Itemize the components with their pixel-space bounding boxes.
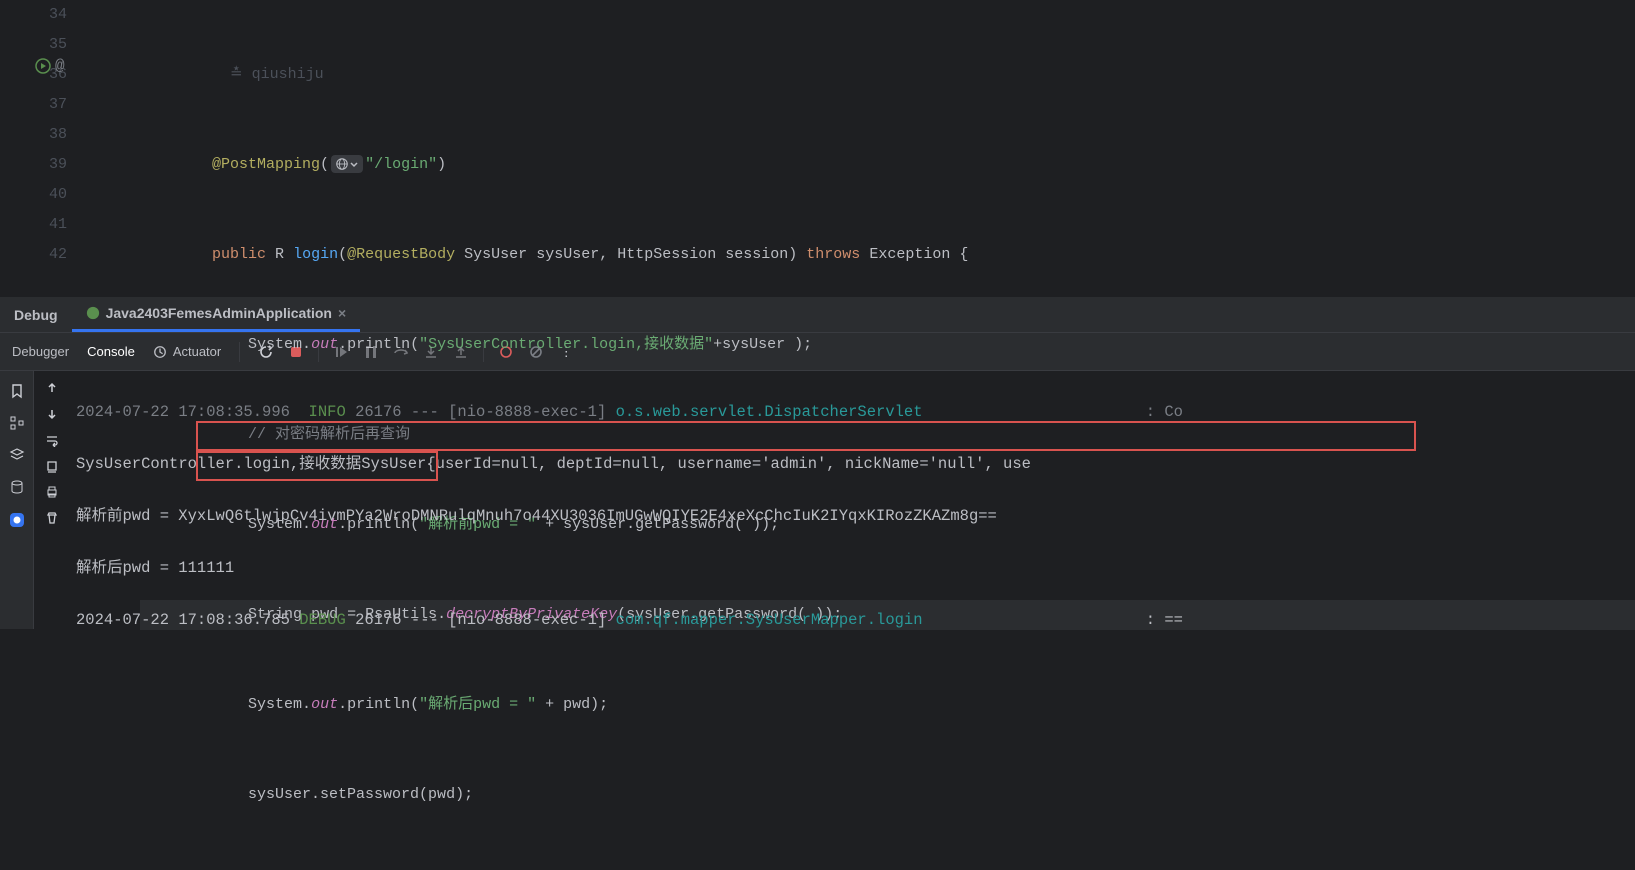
log-line: 解析前pwd = XyxLwQ6tlwjpCv4ivmPYa2WroDMNRul… <box>76 503 1629 529</box>
code-area[interactable]: ≛ qiushiju @PostMapping("/login") public… <box>140 0 1635 296</box>
up-arrow-icon[interactable] <box>45 381 59 395</box>
line-number: 37 <box>0 90 67 120</box>
line-number: 40 <box>0 180 67 210</box>
code-line[interactable]: ≛ qiushiju <box>140 60 1635 90</box>
step-into-icon[interactable] <box>423 344 439 360</box>
log-line: SysUserController.login,接收数据SysUser{user… <box>76 451 1629 477</box>
step-over-icon[interactable] <box>393 344 409 360</box>
line-number-gutter: 34 35 36 37 38 39 40 41 42 <box>0 0 85 296</box>
console-output[interactable]: 2024-07-22 17:08:35.996 INFO 26176 --- [… <box>70 371 1635 629</box>
clear-icon[interactable] <box>45 511 59 525</box>
log-line: 2024-07-22 17:08:36.785 DEBUG 26176 --- … <box>76 607 1629 629</box>
line-number: 39 <box>0 150 67 180</box>
code-line[interactable]: System.out.println("解析后pwd = " + pwd); <box>140 690 1635 720</box>
code-line[interactable]: @PostMapping("/login") <box>140 150 1635 180</box>
resume-icon[interactable] <box>333 344 349 360</box>
highlight-box <box>196 421 1416 451</box>
log-line: 2024-07-22 17:08:35.996 INFO 26176 --- [… <box>76 399 1629 425</box>
layers-icon[interactable] <box>9 447 25 463</box>
down-arrow-icon[interactable] <box>45 407 59 421</box>
log-line: 解析后pwd = 111111 <box>76 555 1629 581</box>
line-number: 41 <box>0 210 67 240</box>
pause-icon[interactable] <box>363 344 379 360</box>
tab-debug[interactable]: Debug <box>0 297 72 332</box>
code-line[interactable]: sysUser.setPassword(pwd); <box>140 780 1635 810</box>
structure-icon[interactable] <box>9 415 25 431</box>
code-editor[interactable]: 34 35 36 37 38 39 40 41 42 @ ≛ qiushiju … <box>0 0 1635 296</box>
console-nav <box>34 371 70 629</box>
soft-wrap-icon[interactable] <box>45 433 59 447</box>
line-number: 42 <box>0 240 67 270</box>
line-number: 34 <box>0 0 67 30</box>
print-icon[interactable] <box>45 485 59 499</box>
chevron-down-icon[interactable] <box>349 159 359 169</box>
code-line[interactable]: public R login(@RequestBody SysUser sysU… <box>140 240 1635 270</box>
gutter-marks: @ <box>85 0 140 296</box>
step-out-icon[interactable] <box>453 344 469 360</box>
bookmark-icon[interactable] <box>9 383 25 399</box>
at-icon: @ <box>55 57 65 75</box>
spring-boot-icon <box>86 306 100 320</box>
tool-window-rail <box>0 371 34 629</box>
http-globe-icon[interactable] <box>331 155 363 173</box>
run-endpoint-icon[interactable] <box>35 58 51 74</box>
debug-icon[interactable] <box>8 511 26 529</box>
subtab-console[interactable]: Console <box>87 344 135 359</box>
console-panel: 2024-07-22 17:08:35.996 INFO 26176 --- [… <box>0 371 1635 629</box>
line-number: 38 <box>0 120 67 150</box>
line-number: 35 <box>0 30 67 60</box>
scroll-end-icon[interactable] <box>45 459 59 473</box>
database-icon[interactable] <box>9 479 25 495</box>
subtab-debugger[interactable]: Debugger <box>12 344 69 359</box>
